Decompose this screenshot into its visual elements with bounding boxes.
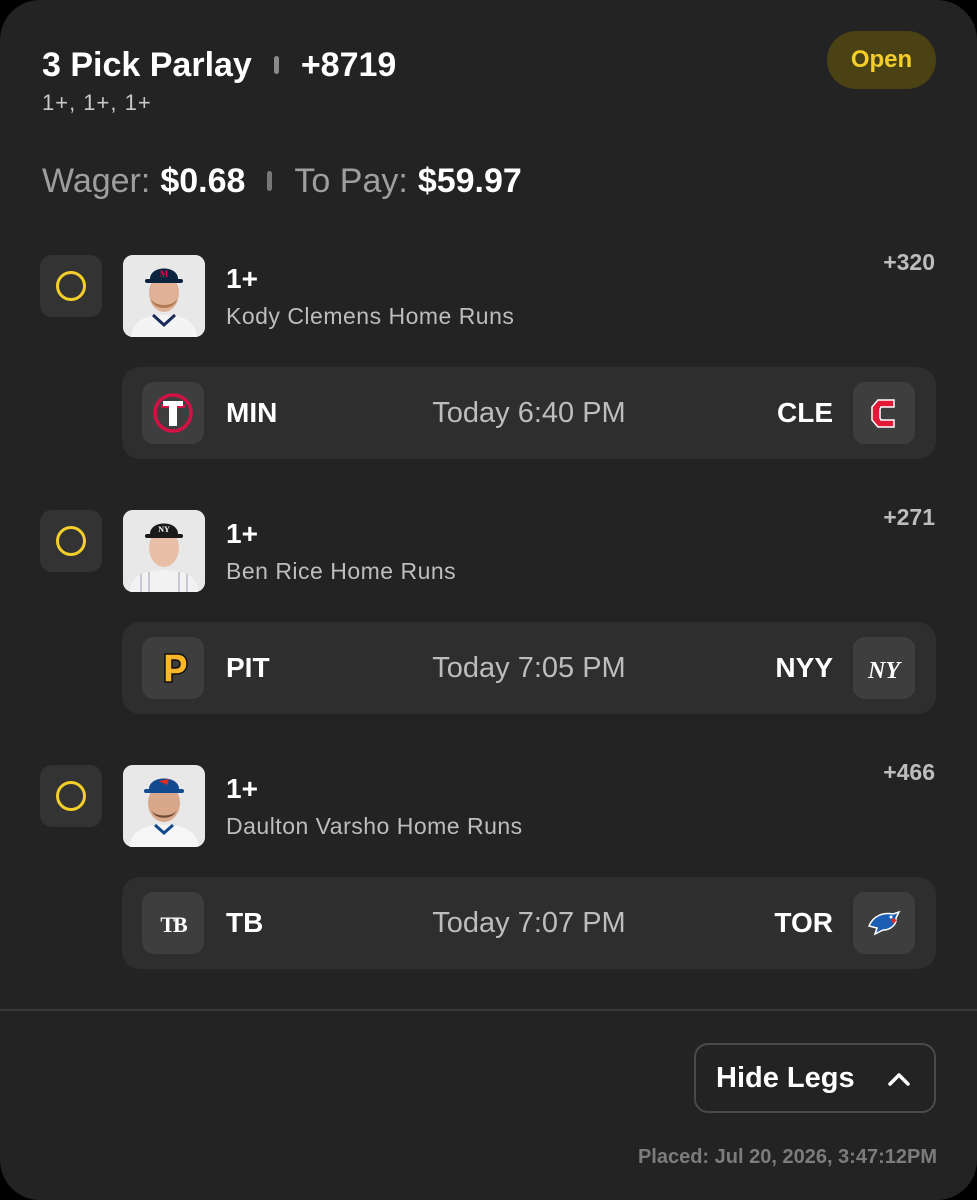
placed-timestamp: Placed: Jul 20, 2026, 3:47:12PM — [637, 1146, 937, 1168]
leg-odds: +320 — [883, 249, 935, 275]
topay-label: To Pay: — [294, 161, 408, 200]
game-matchup[interactable]: MIN Today 6:40 PM CLE — [122, 367, 936, 459]
section-divider — [0, 1009, 977, 1011]
leg-line: 1+ — [226, 773, 258, 804]
parlay-odds: +8719 — [300, 45, 397, 84]
leg-market: Kody Clemens Home Runs — [226, 303, 515, 329]
svg-text:NY: NY — [867, 658, 902, 684]
leg-odds: +271 — [883, 504, 935, 530]
player-headshot: NY — [123, 510, 205, 592]
player-headshot — [123, 765, 205, 847]
hide-legs-button[interactable]: Hide Legs — [694, 1043, 936, 1113]
divider-pip — [273, 56, 279, 74]
parlay-header: 3 Pick Parlay +8719 — [42, 42, 396, 88]
hide-legs-label: Hide Legs — [716, 1061, 855, 1094]
leg-line: 1+ — [226, 518, 258, 549]
home-team: CLE — [777, 397, 833, 428]
leg-status-toggle[interactable] — [40, 510, 102, 572]
chevron-up-icon — [888, 1073, 910, 1086]
leg-status-toggle[interactable] — [40, 255, 102, 317]
parlay-card: 3 Pick Parlay +8719 1+, 1+, 1+ Open Wage… — [0, 0, 977, 1200]
parlay-leg: 1+ Daulton Varsho Home Runs +466 TB TB T… — [0, 759, 977, 980]
blue-jays-logo-icon — [853, 892, 915, 954]
svg-text:M: M — [160, 269, 169, 279]
leg-market: Daulton Varsho Home Runs — [226, 813, 523, 839]
leg-odds: +466 — [883, 759, 935, 785]
game-matchup[interactable]: TB TB Today 7:07 PM TOR — [122, 877, 936, 969]
topay-value: $59.97 — [417, 161, 522, 200]
parlay-leg: M 1+ Kody Clemens Home Runs +320 MIN Tod… — [0, 249, 977, 470]
svg-text:NY: NY — [158, 525, 170, 534]
leg-status-toggle[interactable] — [40, 765, 102, 827]
pending-circle-icon — [56, 271, 86, 301]
parlay-leg: NY 1+ Ben Rice Home Runs +271 PIT Today … — [0, 504, 977, 725]
guardians-logo-icon — [853, 382, 915, 444]
home-team: NYY — [775, 652, 833, 683]
leg-line: 1+ — [226, 263, 258, 294]
wager-label: Wager: — [42, 161, 151, 200]
leg-market: Ben Rice Home Runs — [226, 558, 457, 584]
parlay-subtitle: 1+, 1+, 1+ — [42, 90, 152, 115]
game-matchup[interactable]: PIT Today 7:05 PM NYY NY — [122, 622, 936, 714]
wager-summary: Wager: $0.68 To Pay: $59.97 — [42, 158, 522, 204]
divider-pip — [267, 171, 273, 191]
status-badge: Open — [827, 31, 936, 89]
pending-circle-icon — [56, 526, 86, 556]
pending-circle-icon — [56, 781, 86, 811]
yankees-logo-icon: NY — [853, 637, 915, 699]
wager-value: $0.68 — [160, 161, 246, 200]
home-team: TOR — [774, 907, 833, 938]
player-headshot: M — [123, 255, 205, 337]
parlay-title: 3 Pick Parlay — [42, 45, 252, 84]
